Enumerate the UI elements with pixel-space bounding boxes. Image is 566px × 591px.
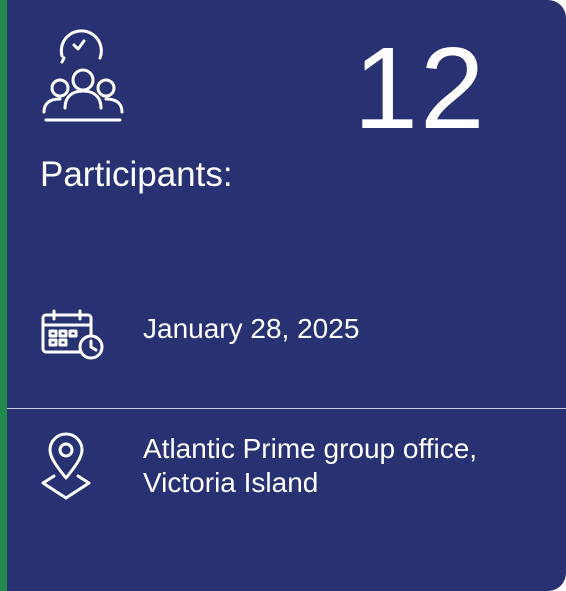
divider: [7, 408, 566, 409]
participants-count: 12: [353, 23, 487, 153]
event-location: Atlantic Prime group office, Victoria Is…: [143, 432, 553, 500]
event-date: January 28, 2025: [143, 313, 360, 344]
map-pin-icon: [40, 428, 92, 502]
location-line-2: Victoria Island: [143, 467, 319, 499]
users-clock-icon: [40, 28, 126, 132]
accent-bar: [0, 0, 7, 591]
event-summary-card: 12 Participants: January 28, 2025 Atlant…: [0, 0, 566, 591]
participants-label: Participants:: [40, 155, 233, 194]
location-line-1: Atlantic Prime group office,: [143, 433, 478, 464]
calendar-clock-icon: [40, 308, 106, 360]
